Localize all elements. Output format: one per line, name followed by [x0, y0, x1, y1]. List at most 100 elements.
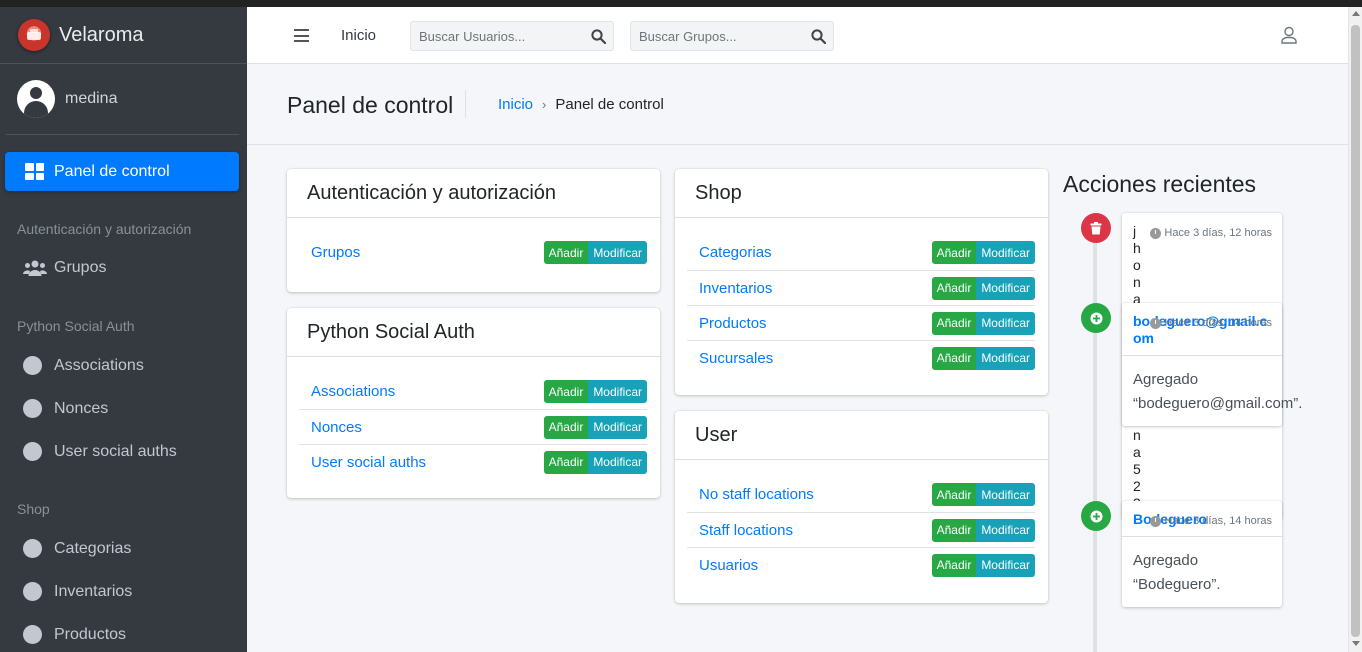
- model-link-staff-locations[interactable]: Staff locations: [699, 522, 793, 539]
- sidebar-item-label: Inventarios: [54, 582, 133, 600]
- timeline-time: Hace 3 días, 14 horas: [1150, 315, 1272, 332]
- model-link-nonces[interactable]: Nonces: [311, 419, 362, 436]
- search-users-button[interactable]: [583, 22, 613, 50]
- sidebar-item-label: Productos: [54, 625, 127, 643]
- scroll-thumb[interactable]: [1351, 25, 1360, 637]
- model-row: Grupos Añadir Modificar: [299, 235, 647, 270]
- scroll-up-arrow-icon[interactable]: [1352, 11, 1360, 16]
- card-title: Autenticación y autorización: [287, 169, 660, 218]
- navbar-home-link[interactable]: Inicio: [341, 27, 376, 44]
- add-button[interactable]: Añadir: [931, 276, 977, 300]
- search-icon: [810, 28, 826, 44]
- search-groups-button[interactable]: [803, 22, 833, 50]
- timeline-item: Hace 3 días, 14 horas bodeguero@gmail.co…: [1122, 303, 1302, 426]
- add-button[interactable]: Añadir: [543, 380, 589, 403]
- model-link-sucursales[interactable]: Sucursales: [699, 350, 773, 367]
- model-link-inventarios[interactable]: Inventarios: [699, 280, 772, 297]
- timeline-item: Hace 3 días, 14 horas Bodeguero Agregado…: [1122, 501, 1282, 607]
- app-card-shop: Shop Categorias Añadir Modificar Inventar…: [675, 169, 1048, 395]
- scroll-down-arrow-icon[interactable]: [1352, 641, 1360, 646]
- circle-icon: [23, 539, 42, 558]
- model-link-no-staff-locations[interactable]: No staff locations: [699, 486, 814, 503]
- menu-toggle-icon[interactable]: [294, 29, 309, 42]
- clock-icon: [1150, 318, 1162, 329]
- breadcrumb-home-link[interactable]: Inicio: [498, 96, 533, 113]
- modify-button[interactable]: Modificar: [976, 346, 1035, 370]
- delete-action-icon: [1081, 213, 1111, 243]
- add-button[interactable]: Añadir: [931, 518, 977, 542]
- add-button[interactable]: Añadir: [543, 415, 589, 439]
- circle-icon: [23, 625, 42, 644]
- modify-button[interactable]: Modificar: [588, 241, 647, 264]
- user-avatar-icon: [17, 80, 55, 118]
- breadcrumb-current: Panel de control: [555, 96, 664, 113]
- sidebar-item-label: Categorias: [54, 539, 132, 557]
- app-card-auth: Autenticación y autorización Grupos Añad…: [287, 169, 660, 292]
- model-row: Sucursales Añadir Modificar: [687, 340, 1035, 375]
- card-title: Shop: [675, 169, 1048, 218]
- model-row: Nonces Añadir Modificar: [299, 409, 647, 444]
- timeline-time: Hace 3 días, 12 horas: [1150, 225, 1272, 242]
- brand-logo-icon: [18, 19, 50, 51]
- card-title: Python Social Auth: [287, 308, 660, 357]
- add-button[interactable]: Añadir: [931, 553, 977, 577]
- model-link-usuarios[interactable]: Usuarios: [699, 557, 758, 574]
- model-link-user-social-auths[interactable]: User social auths: [311, 454, 426, 471]
- model-row: Staff locations Añadir Modificar: [687, 512, 1035, 547]
- add-button[interactable]: Añadir: [931, 346, 977, 370]
- sidebar-item-categorias[interactable]: Categorias: [23, 539, 131, 558]
- sidebar-item-associations[interactable]: Associations: [23, 356, 144, 375]
- dashboard-icon: [25, 163, 44, 180]
- sidebar: Velaroma medina Panel de control Autenti…: [0, 7, 247, 652]
- user-menu-icon[interactable]: [1280, 26, 1298, 44]
- model-row: Inventarios Añadir Modificar: [687, 270, 1035, 305]
- modify-button[interactable]: Modificar: [588, 380, 647, 403]
- circle-icon: [23, 356, 42, 375]
- card-title: User: [675, 411, 1048, 460]
- search-users-form: [410, 21, 614, 51]
- add-button[interactable]: Añadir: [931, 311, 977, 335]
- page-scrollbar[interactable]: [1348, 7, 1362, 652]
- content-header: Panel de control Inicio › Panel de contr…: [247, 64, 1348, 145]
- top-navbar: Inicio: [247, 7, 1348, 64]
- search-users-input[interactable]: [411, 22, 581, 50]
- modify-button[interactable]: Modificar: [976, 276, 1035, 300]
- user-panel[interactable]: medina: [6, 64, 239, 135]
- clock-icon: [1150, 516, 1162, 527]
- window-top-strip: [0, 0, 1362, 7]
- add-button[interactable]: Añadir: [543, 450, 589, 474]
- modify-button[interactable]: Modificar: [976, 518, 1035, 542]
- sidebar-item-grupos[interactable]: Grupos: [23, 259, 106, 277]
- add-button[interactable]: Añadir: [543, 241, 589, 264]
- modify-button[interactable]: Modificar: [976, 311, 1035, 335]
- users-icon: [23, 260, 47, 276]
- brand-link[interactable]: Velaroma: [0, 7, 247, 64]
- model-link-productos[interactable]: Productos: [699, 315, 767, 332]
- sidebar-item-productos[interactable]: Productos: [23, 625, 126, 644]
- search-groups-input[interactable]: [631, 22, 801, 50]
- timeline-line: [1093, 228, 1097, 652]
- add-action-icon: [1081, 303, 1111, 333]
- modify-button[interactable]: Modificar: [976, 553, 1035, 577]
- modify-button[interactable]: Modificar: [976, 241, 1035, 264]
- search-groups-form: [630, 21, 834, 51]
- model-row: Associations Añadir Modificar: [299, 374, 647, 409]
- model-link-categorias[interactable]: Categorias: [699, 244, 772, 261]
- model-link-grupos[interactable]: Grupos: [311, 244, 360, 261]
- modify-button[interactable]: Modificar: [588, 415, 647, 439]
- page-title: Panel de control: [287, 92, 454, 118]
- add-button[interactable]: Añadir: [931, 483, 977, 506]
- sidebar-item-user-social-auths[interactable]: User social auths: [23, 442, 177, 461]
- sidebar-item-label: Panel de control: [54, 162, 170, 180]
- sidebar-item-inventarios[interactable]: Inventarios: [23, 582, 132, 601]
- sidebar-item-panel-de-control[interactable]: Panel de control: [5, 152, 239, 191]
- modify-button[interactable]: Modificar: [588, 450, 647, 474]
- model-row: Usuarios Añadir Modificar: [687, 547, 1035, 582]
- modify-button[interactable]: Modificar: [976, 483, 1035, 506]
- sidebar-item-nonces[interactable]: Nonces: [23, 399, 108, 418]
- model-row: No staff locations Añadir Modificar: [687, 477, 1035, 512]
- model-link-associations[interactable]: Associations: [311, 383, 395, 400]
- add-button[interactable]: Añadir: [931, 241, 977, 264]
- app-card-social-auth: Python Social Auth Associations Añadir Mo…: [287, 308, 660, 498]
- circle-icon: [23, 442, 42, 461]
